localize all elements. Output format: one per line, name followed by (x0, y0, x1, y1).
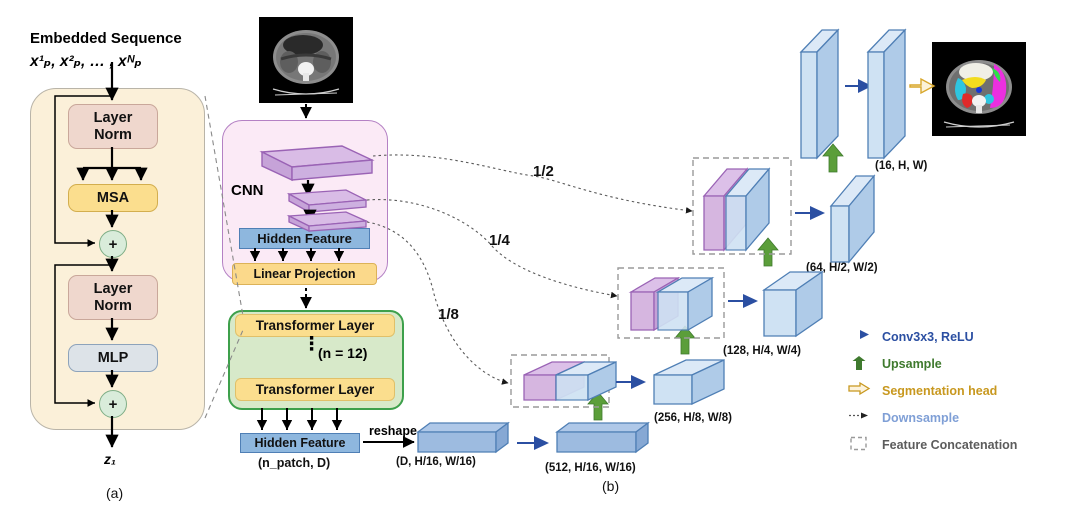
diagram-vectors (54, 28, 936, 454)
architecture-diagram: Embedded Sequence x¹ₚ, x²ₚ, … , xᴺₚ Laye… (0, 0, 1080, 505)
